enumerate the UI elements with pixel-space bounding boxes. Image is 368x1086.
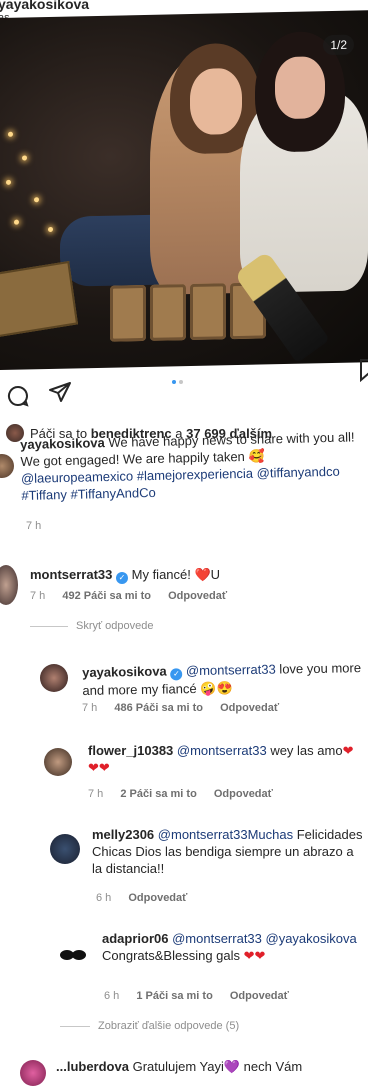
- sunglasses-avatar[interactable]: [58, 942, 88, 968]
- reply-likes[interactable]: 486 Páči sa mi to: [114, 702, 203, 714]
- verified-icon: ✓: [170, 668, 183, 681]
- caption-links[interactable]: @laeuropeamexico #lamejorexperiencia @ti…: [21, 464, 340, 503]
- reply-meta: 6 h Odpovedať: [96, 892, 201, 904]
- verified-icon: ✓: [116, 572, 128, 584]
- caption-time: 7 h: [26, 520, 42, 532]
- view-more-replies-button[interactable]: Zobraziť ďalšie odpovede (5): [60, 1020, 239, 1032]
- comment-likes[interactable]: 492 Páči sa mi to: [62, 590, 151, 602]
- reply-text: wey las amo: [266, 743, 343, 758]
- comment: ...luberdova Gratulujem Yayi💜 nech Vám: [56, 1058, 366, 1075]
- caption-username[interactable]: yayakosikova: [20, 435, 105, 452]
- reply-button[interactable]: Odpovedať: [128, 892, 187, 904]
- comment: montserrat33 ✓ My fiancé! ❤️U: [30, 566, 360, 584]
- comment-text: My fiancé! ❤️U: [131, 567, 221, 582]
- bookmark-icon[interactable]: [356, 358, 368, 382]
- reply-time: 7 h: [82, 702, 98, 714]
- photo-face-right: [275, 56, 325, 120]
- reply-username[interactable]: adaprior06: [102, 931, 168, 946]
- reply-button[interactable]: Odpovedať: [230, 990, 289, 1002]
- reply-time: 6 h: [104, 990, 120, 1002]
- photo-face-left: [190, 67, 242, 136]
- reply-time: 6 h: [96, 892, 112, 904]
- reply-username[interactable]: melly2306: [92, 827, 154, 842]
- hide-replies-button[interactable]: Skryť odpovede: [30, 620, 154, 632]
- reply-button[interactable]: Odpovedať: [220, 702, 279, 714]
- carousel-dot: [179, 380, 183, 384]
- reply-username[interactable]: flower_j10383: [88, 743, 173, 758]
- photo-chest: [0, 261, 79, 338]
- comment-meta: 7 h 492 Páči sa mi to Odpovedať: [30, 590, 241, 602]
- reply-username[interactable]: yayakosikova: [82, 664, 167, 680]
- carousel-indicator: [172, 380, 183, 384]
- avatar[interactable]: [40, 664, 68, 692]
- post-caption: yayakosikova We have happy news to share…: [20, 428, 366, 504]
- reply-mention[interactable]: @montserrat33 @yayakosikova: [172, 931, 357, 946]
- comment-username[interactable]: montserrat33: [30, 567, 112, 582]
- post-photo[interactable]: 1/2: [0, 10, 368, 370]
- share-icon[interactable]: [48, 380, 72, 404]
- reply-time: 7 h: [88, 788, 104, 800]
- carousel-dot-active: [172, 380, 176, 384]
- heart-emojis: ❤❤: [243, 948, 266, 963]
- reply-mention[interactable]: @montserrat33Muchas: [158, 827, 293, 842]
- avatar[interactable]: [0, 565, 18, 605]
- reply-button[interactable]: Odpovedať: [168, 590, 227, 602]
- reply: yayakosikova ✓ @montserrat33 love you mo…: [82, 659, 365, 699]
- photo-counter: 1/2: [323, 34, 354, 56]
- reply: melly2306 @montserrat33Muchas Felicidade…: [92, 826, 364, 877]
- reply-text: Congrats&Blessing gals: [102, 948, 241, 963]
- avatar[interactable]: [50, 834, 80, 864]
- reply-likes[interactable]: 2 Páči sa mi to: [120, 788, 196, 800]
- reply-mention[interactable]: @montserrat33: [177, 743, 267, 758]
- comment-icon[interactable]: [6, 384, 30, 408]
- reply-button[interactable]: Odpovedať: [214, 788, 273, 800]
- comment-text: Gratulujem Yayi💜 nech Vám: [132, 1059, 303, 1074]
- reply-likes[interactable]: 1 Páči sa mi to: [136, 990, 212, 1002]
- avatar[interactable]: [44, 748, 72, 776]
- comment-time: 7 h: [30, 590, 46, 602]
- comment-username[interactable]: ...luberdova: [56, 1059, 129, 1074]
- reply: flower_j10383 @montserrat33 wey las amo❤…: [88, 742, 364, 776]
- sunglasses-icon: [60, 950, 86, 960]
- reply: adaprior06 @montserrat33 @yayakosikova C…: [102, 930, 366, 964]
- reply-mention[interactable]: @montserrat33: [186, 662, 276, 679]
- reply-meta: 6 h 1 Páči sa mi to Odpovedať: [104, 990, 303, 1002]
- reply-meta: 7 h 486 Páči sa mi to Odpovedať: [82, 702, 293, 714]
- post-username[interactable]: yayakosikova: [0, 0, 89, 12]
- avatar[interactable]: [0, 454, 14, 478]
- avatar[interactable]: [20, 1060, 46, 1086]
- reply-meta: 7 h 2 Páči sa mi to Odpovedať: [88, 788, 287, 800]
